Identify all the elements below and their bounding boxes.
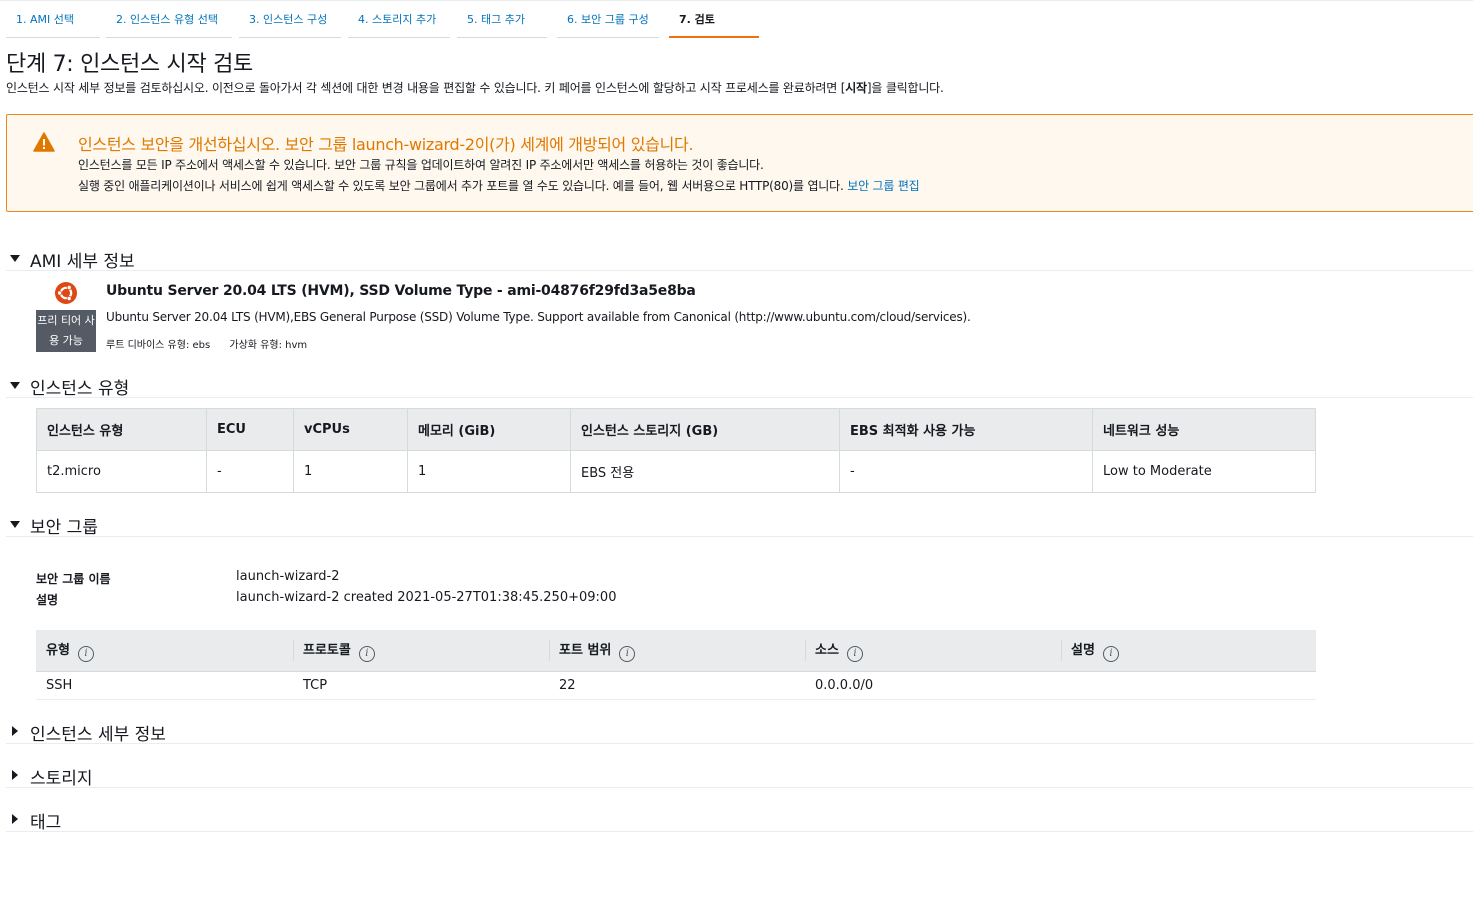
column-header-source: 소스 i bbox=[805, 630, 1061, 672]
security-group-desc-value: launch-wizard-2 created 2021-05-27T01:38… bbox=[236, 590, 617, 605]
instance-type-table: 인스턴스 유형 ECU vCPUs 메모리 (GiB) 인스턴스 스토리지 (G… bbox=[36, 408, 1316, 493]
section-storage[interactable]: 스토리지 bbox=[6, 764, 1473, 789]
info-icon[interactable]: i bbox=[846, 645, 863, 662]
table-cell: 1 bbox=[407, 450, 571, 493]
security-warning-box: 인스턴스 보안을 개선하십시오. 보안 그룹 launch-wizard-2이(… bbox=[6, 114, 1473, 212]
tab-add-tags[interactable]: 5. 태그 추가 bbox=[457, 1, 547, 38]
warning-text-2: 실행 중인 애플리케이션이나 서비스에 쉽게 액세스할 수 있도록 보안 그룹에… bbox=[78, 179, 920, 193]
table-row: SSH TCP 22 0.0.0.0/0 bbox=[36, 671, 1316, 700]
table-cell: Low to Moderate bbox=[1092, 450, 1316, 493]
info-icon[interactable]: i bbox=[1102, 645, 1119, 662]
tab-choose-ami[interactable]: 1. AMI 선택 bbox=[6, 1, 100, 38]
table-row: t2.micro - 1 1 EBS 전용 - Low to Moderate bbox=[36, 450, 1316, 493]
warning-text-1: 인스턴스를 모든 IP 주소에서 액세스할 수 있습니다. 보안 그룹 규칙을 … bbox=[78, 158, 764, 172]
tab-configure-instance[interactable]: 3. 인스턴스 구성 bbox=[239, 1, 341, 38]
caret-down-icon bbox=[10, 382, 20, 389]
column-header: vCPUs bbox=[293, 408, 408, 451]
tab-add-storage[interactable]: 4. 스토리지 추가 bbox=[348, 1, 450, 38]
section-ami-details[interactable]: AMI 세부 정보 bbox=[6, 247, 1473, 272]
table-cell: 22 bbox=[549, 671, 805, 700]
column-header: 네트워크 성능 bbox=[1092, 408, 1316, 451]
free-tier-badge: 프리 티어 사용 가능 bbox=[36, 310, 96, 352]
root-device-type: 루트 디바이스 유형: ebs bbox=[106, 340, 211, 351]
table-cell: - bbox=[206, 450, 294, 493]
column-header: 인스턴스 유형 bbox=[36, 408, 207, 451]
ami-description: Ubuntu Server 20.04 LTS (HVM),EBS Genera… bbox=[106, 310, 971, 324]
warning-title: 인스턴스 보안을 개선하십시오. 보안 그룹 launch-wizard-2이(… bbox=[78, 135, 694, 154]
table-cell: 1 bbox=[293, 450, 408, 493]
column-header-protocol: 프로토콜 i bbox=[293, 630, 549, 672]
security-group-name-value: launch-wizard-2 bbox=[236, 569, 340, 584]
ubuntu-logo-icon bbox=[55, 282, 77, 304]
security-rules-table: 유형 i 프로토콜 i 포트 범위 i 소스 i 설명 i SSH TCP 22 0.0.… bbox=[36, 630, 1316, 700]
tab-review[interactable]: 7. 검토 bbox=[669, 1, 759, 38]
ami-meta: 루트 디바이스 유형: ebs 가상화 유형: hvm bbox=[106, 336, 323, 351]
edit-security-group-link[interactable]: 보안 그룹 편집 bbox=[847, 179, 919, 193]
column-header: 인스턴스 스토리지 (GB) bbox=[570, 408, 840, 451]
security-group-desc-label: 설명 bbox=[36, 593, 59, 607]
tab-configure-security-group[interactable]: 6. 보안 그룹 구성 bbox=[557, 1, 659, 38]
virtualization-type: 가상화 유형: hvm bbox=[229, 340, 308, 351]
column-header-description: 설명 i bbox=[1061, 630, 1316, 672]
page-description: 인스턴스 시작 세부 정보를 검토하십시오. 이전으로 돌아가서 각 섹션에 대… bbox=[6, 81, 944, 95]
table-cell bbox=[1061, 671, 1316, 700]
caret-right-icon bbox=[12, 726, 18, 736]
column-header: EBS 최적화 사용 가능 bbox=[839, 408, 1093, 451]
section-tags[interactable]: 태그 bbox=[6, 808, 1473, 833]
info-icon[interactable]: i bbox=[619, 645, 636, 662]
column-header-port-range: 포트 범위 i bbox=[549, 630, 805, 672]
caret-down-icon bbox=[10, 255, 20, 262]
table-cell: - bbox=[839, 450, 1093, 493]
table-cell: 0.0.0.0/0 bbox=[805, 671, 1061, 700]
table-cell: SSH bbox=[36, 671, 293, 700]
section-instance-details[interactable]: 인스턴스 세부 정보 bbox=[6, 720, 1473, 745]
column-header: ECU bbox=[206, 408, 294, 451]
security-group-name-label: 보안 그룹 이름 bbox=[36, 572, 111, 586]
caret-down-icon bbox=[10, 521, 20, 528]
page-title: 단계 7: 인스턴스 시작 검토 bbox=[6, 52, 253, 77]
tab-choose-instance-type[interactable]: 2. 인스턴스 유형 선택 bbox=[106, 1, 232, 38]
section-security-group[interactable]: 보안 그룹 bbox=[6, 513, 1473, 538]
column-header: 메모리 (GiB) bbox=[407, 408, 571, 451]
column-header-type: 유형 i bbox=[36, 630, 293, 672]
table-cell: EBS 전용 bbox=[570, 450, 840, 493]
caret-right-icon bbox=[12, 814, 18, 824]
ami-name: Ubuntu Server 20.04 LTS (HVM), SSD Volum… bbox=[106, 283, 696, 299]
wizard-tabs: 1. AMI 선택 2. 인스턴스 유형 선택 3. 인스턴스 구성 4. 스토… bbox=[0, 0, 1473, 38]
table-cell: t2.micro bbox=[36, 450, 207, 493]
caret-right-icon bbox=[12, 770, 18, 780]
warning-icon bbox=[33, 132, 55, 152]
info-icon[interactable]: i bbox=[77, 645, 94, 662]
section-instance-type[interactable]: 인스턴스 유형 bbox=[6, 374, 1473, 399]
info-icon[interactable]: i bbox=[358, 645, 375, 662]
table-cell: TCP bbox=[293, 671, 549, 700]
